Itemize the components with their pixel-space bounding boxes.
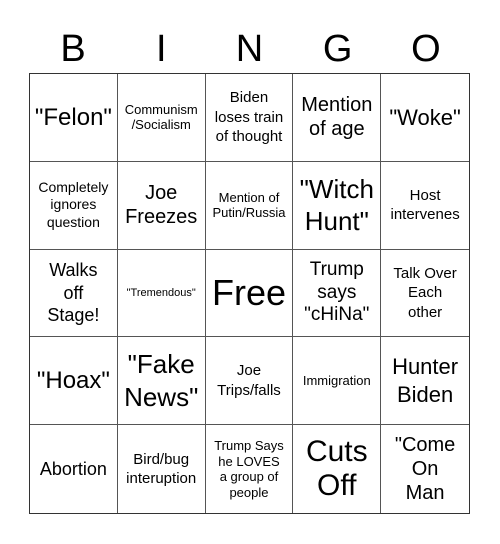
bingo-cell[interactable]: Trump says "cHiNa" (293, 249, 382, 338)
bingo-cell[interactable]: Mention of Putin/Russia (205, 161, 294, 250)
bingo-cell[interactable]: "Hoax" (30, 337, 118, 426)
bingo-cell[interactable]: Walks off Stage! (30, 249, 118, 338)
bingo-board: "Felon" Communism /Socialism Biden loses… (29, 73, 470, 514)
header-letter-o: O (411, 28, 441, 70)
bingo-cell[interactable]: Host intervenes (381, 162, 469, 250)
header-letter-g: G (322, 28, 353, 70)
bingo-cell[interactable]: Talk Over Each other (381, 250, 469, 338)
free-space[interactable]: Free (205, 249, 294, 338)
bingo-cell[interactable]: Abortion (30, 425, 118, 513)
bingo-header: B I N G O (29, 26, 470, 72)
bingo-cell[interactable]: Hunter Biden (381, 337, 469, 426)
header-letter-b: B (60, 28, 86, 70)
bingo-cell[interactable]: Joe Trips/falls (205, 337, 294, 426)
bingo-cell[interactable]: Joe Freezes (117, 161, 206, 250)
bingo-cell[interactable]: Bird/bug interuption (118, 425, 206, 513)
bingo-cell[interactable]: "Woke" (381, 74, 469, 162)
bingo-cell[interactable]: "Felon" (30, 74, 118, 162)
bingo-cell[interactable]: Communism /Socialism (117, 74, 206, 162)
bingo-cell[interactable]: Completely ignores question (30, 161, 118, 250)
bingo-cell[interactable]: Cuts Off (293, 425, 382, 513)
header-letter-n: N (235, 28, 264, 70)
bingo-cell[interactable]: Biden loses train of thought (205, 74, 294, 162)
bingo-cell[interactable]: Immigration (293, 337, 382, 426)
bingo-cell[interactable]: "Fake News" (117, 337, 206, 426)
header-letter-i: I (156, 28, 167, 70)
bingo-cell[interactable]: "Witch Hunt" (293, 161, 382, 250)
bingo-cell[interactable]: Mention of age (293, 74, 382, 162)
bingo-cell[interactable]: "Come On Man (381, 425, 469, 513)
bingo-cell[interactable]: Trump Says he LOVES a group of people (206, 425, 294, 513)
bingo-cell[interactable]: "Tremendous" (117, 249, 206, 338)
